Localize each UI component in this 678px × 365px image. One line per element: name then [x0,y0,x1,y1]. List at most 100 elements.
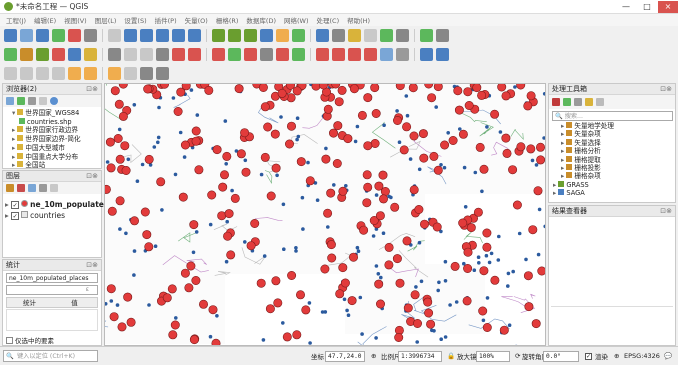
city-marker[interactable] [296,157,306,167]
city-marker[interactable] [113,133,123,143]
expand-all-icon[interactable] [50,184,58,192]
city-marker[interactable] [105,137,115,147]
city-marker[interactable] [395,278,405,288]
toolbar-button-icon[interactable] [188,29,201,42]
city-marker[interactable] [403,303,413,313]
city-marker[interactable] [375,211,385,221]
city-marker[interactable] [338,263,348,273]
add-selected-icon[interactable] [6,97,14,105]
toolbar-button-icon[interactable] [36,29,49,42]
menu-item[interactable]: 插件(P) [155,15,177,25]
city-marker[interactable] [126,317,136,327]
crs-globe-icon[interactable]: ⊕ [614,352,619,360]
toolbar-button-icon[interactable] [260,48,273,61]
panel-close-icon[interactable]: ⊡⊗ [660,206,672,217]
city-marker[interactable] [250,219,260,229]
city-marker[interactable] [479,266,489,276]
city-marker[interactable] [256,278,266,288]
city-marker[interactable] [432,222,442,232]
city-marker[interactable] [337,85,347,95]
city-marker[interactable] [490,109,500,119]
toolbar-button-icon[interactable] [292,29,305,42]
city-marker[interactable] [464,100,474,110]
city-marker[interactable] [501,133,511,143]
toolbar-button-icon[interactable] [244,48,257,61]
city-marker[interactable] [370,84,380,93]
city-marker[interactable] [482,228,492,238]
city-marker[interactable] [332,159,342,169]
city-marker[interactable] [523,101,533,111]
city-marker[interactable] [479,164,489,174]
toolbar-button-icon[interactable] [156,29,169,42]
city-marker[interactable] [384,242,394,252]
toolbar-button-icon[interactable] [380,48,393,61]
city-marker[interactable] [477,90,487,100]
panel-close-icon[interactable]: ⊡⊗ [86,171,98,182]
toolbar-button-icon[interactable] [212,48,225,61]
city-marker[interactable] [537,266,546,276]
toolbar-button-icon[interactable] [172,48,185,61]
city-marker[interactable] [180,268,190,278]
toolbar-button-icon[interactable] [292,48,305,61]
toolbar-button-icon[interactable] [364,48,377,61]
toolbox-group[interactable]: ▸ SAGA [553,189,614,197]
stats-layer-select[interactable]: ne_10m_populated_places [6,273,98,283]
city-marker[interactable] [118,111,128,121]
toolbar-button-icon[interactable] [212,29,225,42]
city-marker[interactable] [311,84,321,91]
city-marker[interactable] [482,323,492,333]
city-marker[interactable] [448,135,458,145]
selected-only-checkbox[interactable] [6,336,13,344]
toolbar-button-icon[interactable] [396,48,409,61]
city-marker[interactable] [450,261,460,271]
city-marker[interactable] [399,145,409,155]
city-marker[interactable] [463,87,473,97]
city-marker[interactable] [362,198,372,208]
city-marker[interactable] [287,271,297,281]
toolbar-button-icon[interactable] [84,48,97,61]
toolbar-button-icon[interactable] [332,29,345,42]
history-icon[interactable] [574,98,582,106]
city-marker[interactable] [340,278,350,288]
map-svg[interactable] [105,84,546,346]
filter-legend-icon[interactable] [39,184,47,192]
city-marker[interactable] [326,240,336,250]
panel-close-icon[interactable]: ⊡⊗ [86,260,98,271]
toolbar-button-icon[interactable] [52,48,65,61]
toolbar-button-icon[interactable] [68,67,81,80]
city-marker[interactable] [463,264,473,274]
city-marker[interactable] [191,126,201,136]
city-marker[interactable] [110,86,120,96]
city-marker[interactable] [320,264,330,274]
city-marker[interactable] [475,142,485,152]
city-marker[interactable] [334,97,344,107]
city-marker[interactable] [526,91,536,101]
city-marker[interactable] [458,129,468,139]
city-marker[interactable] [357,110,367,120]
toolbox-group[interactable]: ▸ 栅格杂项 [553,172,614,180]
city-marker[interactable] [226,250,236,260]
city-marker[interactable] [523,271,533,281]
magnifier-value[interactable]: 100% [476,350,510,362]
toolbar-button-icon[interactable] [156,48,169,61]
city-marker[interactable] [395,84,405,91]
toolbar-button-icon[interactable] [396,29,409,42]
city-marker[interactable] [333,121,343,131]
city-marker[interactable] [144,154,154,164]
city-marker[interactable] [285,139,295,149]
city-marker[interactable] [363,182,373,192]
city-marker[interactable] [418,129,428,139]
city-marker[interactable] [490,275,500,285]
city-marker[interactable] [329,128,339,138]
panel-close-icon[interactable]: ⊡⊗ [660,84,672,95]
city-marker[interactable] [516,142,526,152]
layer-item[interactable]: ▸ ✓ ne_10m_populated [5,199,109,210]
city-marker[interactable] [271,163,281,173]
toolbar-button-icon[interactable] [380,29,393,42]
minimize-button[interactable]: — [616,1,636,13]
city-marker[interactable] [392,115,402,125]
scale-value[interactable]: 1:3996734 [398,350,442,362]
city-marker[interactable] [287,121,297,131]
city-marker[interactable] [117,322,127,332]
menu-item[interactable]: 设置(S) [124,15,146,25]
